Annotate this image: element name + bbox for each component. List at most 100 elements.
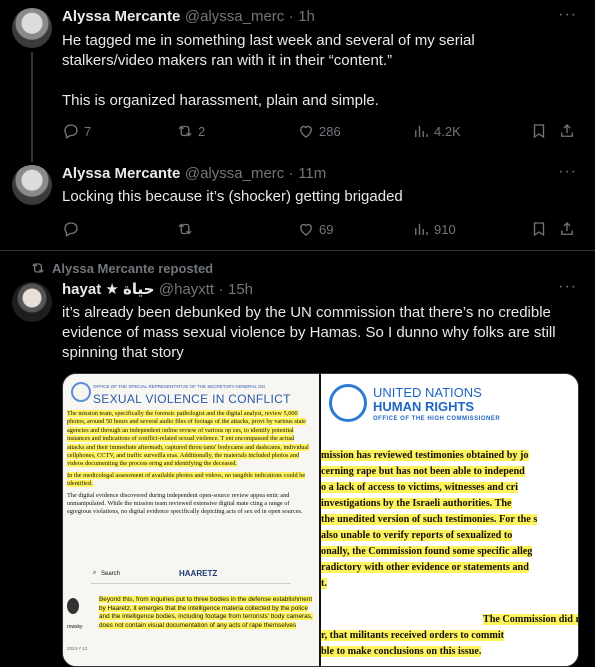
repost-button[interactable]: [176, 219, 194, 239]
doc-line: The Commission did r: [482, 614, 579, 625]
author-photo: [67, 598, 79, 614]
more-options-icon[interactable]: ···: [558, 6, 577, 24]
side-author-text: rowsky: [67, 624, 83, 630]
repost-button[interactable]: 2: [176, 121, 205, 141]
tweet-text: He tagged me in something last week and …: [62, 31, 582, 111]
doc-header: UNITED NATIONS HUMAN RIGHTS OFFICE OF TH…: [373, 385, 501, 423]
tweet-time[interactable]: 1h: [298, 8, 315, 25]
dot-separator: ·: [288, 165, 294, 182]
heart-icon: [300, 125, 312, 138]
repost-indicator: Alyssa Mercante reposted: [30, 260, 213, 276]
tweet-2[interactable]: Alyssa Mercante @alyssa_merc · 11m ··· L…: [0, 160, 595, 250]
tweet-text-line: Locking this because it’s (shocker) gett…: [62, 188, 403, 205]
view-count: 910: [434, 221, 456, 237]
doc-title-line: UNITED NATIONS: [373, 385, 482, 400]
repost-count: 2: [198, 123, 206, 139]
tweet-header: hayat ★ حياة @hayxtt · 15h: [62, 280, 253, 299]
side-date-text: 2024-7-12: [67, 646, 88, 651]
tweet-time[interactable]: 11m: [298, 165, 326, 182]
tweet-1[interactable]: Alyssa Mercante @alyssa_merc · 1h ··· He…: [0, 0, 595, 162]
tweet-actions: 7 2 286 4.2K: [62, 121, 582, 141]
haaretz-logo: HAARETZ: [179, 569, 218, 578]
thread-line: [31, 52, 33, 162]
tweet-actions: 69 910: [62, 219, 582, 239]
doc-line: t.: [321, 578, 327, 589]
document-left: OFFICE OF THE SPECIAL REPRESENTATIVE OF …: [63, 374, 320, 666]
bookmark-icon: [533, 124, 545, 139]
more-options-icon[interactable]: ···: [558, 278, 577, 296]
avatar[interactable]: [12, 8, 52, 48]
author-name[interactable]: hayat ★ حياة: [62, 281, 154, 298]
un-human-rights-logo-icon: [329, 384, 367, 422]
dot-separator: ·: [218, 281, 224, 298]
doc-subtitle: OFFICE OF THE HIGH COMMISSIONER: [373, 416, 501, 422]
search-icon: ⌕: [93, 570, 97, 576]
author-name[interactable]: Alyssa Mercante: [62, 8, 180, 25]
like-button[interactable]: 286: [297, 121, 341, 141]
doc-line: also unable to verify reports of sexuali…: [321, 530, 513, 541]
tweet-header: Alyssa Mercante @alyssa_merc · 11m: [62, 165, 326, 183]
repost-icon: [32, 263, 44, 273]
heart-icon: [300, 223, 312, 236]
tweet-text: Locking this because it’s (shocker) gett…: [62, 187, 582, 207]
share-button[interactable]: [558, 121, 576, 141]
doc-paragraph: The digital evidence discovered during i…: [67, 491, 303, 516]
tweet-text-line: He tagged me in something last week and …: [62, 32, 475, 49]
bookmark-button[interactable]: [530, 219, 548, 239]
doc-org-line: OFFICE OF THE SPECIAL REPRESENTATIVE OF …: [93, 384, 265, 389]
like-count: 69: [319, 221, 334, 237]
reply-icon: [64, 124, 78, 139]
tweet-media-image[interactable]: OFFICE OF THE SPECIAL REPRESENTATIVE OF …: [62, 373, 579, 667]
haaretz-header: ⌕ Search HAARETZ: [91, 566, 291, 584]
author-name[interactable]: Alyssa Mercante: [62, 165, 180, 182]
view-count: 4.2K: [434, 123, 461, 139]
haaretz-quote: Beyond this, from inquiries put to three…: [99, 596, 313, 629]
doc-line: ble to make conclusions on this issue.: [321, 646, 482, 657]
more-options-icon[interactable]: ···: [558, 163, 577, 181]
repost-icon: [178, 125, 192, 137]
repost-label-text[interactable]: Alyssa Mercante reposted: [52, 261, 213, 276]
reply-icon: [64, 222, 78, 237]
bookmark-icon: [533, 222, 545, 237]
views-button[interactable]: 4.2K: [412, 121, 461, 141]
share-icon: [561, 222, 573, 235]
doc-paragraph: In the medicolegal assessment of availab…: [67, 471, 306, 488]
reply-count: 7: [84, 123, 92, 139]
doc-line: radictory with other evidence or stateme…: [321, 562, 529, 573]
views-button[interactable]: 910: [412, 219, 456, 239]
tweet-time[interactable]: 15h: [228, 281, 253, 298]
tweet-text-line: [62, 71, 582, 91]
repost-icon: [178, 223, 192, 235]
author-handle[interactable]: @hayxtt: [159, 281, 214, 298]
doc-paragraph: The mission team, specifically the foren…: [67, 410, 309, 468]
like-button[interactable]: 69: [297, 219, 333, 239]
doc-line: onally, the Commission found some specif…: [321, 546, 533, 557]
tweet-text-line: spinning that story: [62, 344, 184, 361]
reply-button[interactable]: 7: [62, 121, 91, 141]
dot-separator: ·: [288, 8, 294, 25]
doc-line: mission has reviewed testimonies obtaine…: [321, 450, 529, 461]
share-icon: [561, 124, 573, 137]
author-handle[interactable]: @alyssa_merc: [185, 165, 284, 182]
like-count: 286: [319, 123, 341, 139]
bookmark-button[interactable]: [530, 121, 548, 141]
tweet-header: Alyssa Mercante @alyssa_merc · 1h: [62, 8, 315, 26]
views-icon: [415, 125, 428, 137]
doc-title: SEXUAL VIOLENCE IN CONFLICT: [93, 392, 291, 406]
views-icon: [415, 223, 428, 235]
doc-body: The mission team, specifically the foren…: [67, 410, 317, 520]
doc-line: the unedited version of such testimonies…: [321, 514, 538, 525]
author-handle[interactable]: @alyssa_merc: [185, 8, 284, 25]
avatar[interactable]: [12, 165, 52, 205]
avatar[interactable]: [12, 282, 52, 322]
tweet-text-line: stalkers/video makers ran with it in the…: [62, 52, 393, 69]
share-button[interactable]: [558, 219, 576, 239]
doc-title-line: HUMAN RIGHTS: [373, 399, 475, 414]
reply-button[interactable]: [62, 219, 80, 239]
doc-line: o a lack of access to victims, witnesses…: [321, 482, 518, 493]
un-emblem-icon: [71, 382, 91, 402]
document-right: UNITED NATIONS HUMAN RIGHTS OFFICE OF TH…: [321, 374, 579, 666]
tweet-text: it’s already been debunked by the UN com…: [62, 303, 587, 363]
search-label: Search: [101, 571, 121, 577]
tweet-text-line: This is organized harassment, plain and …: [62, 92, 379, 109]
